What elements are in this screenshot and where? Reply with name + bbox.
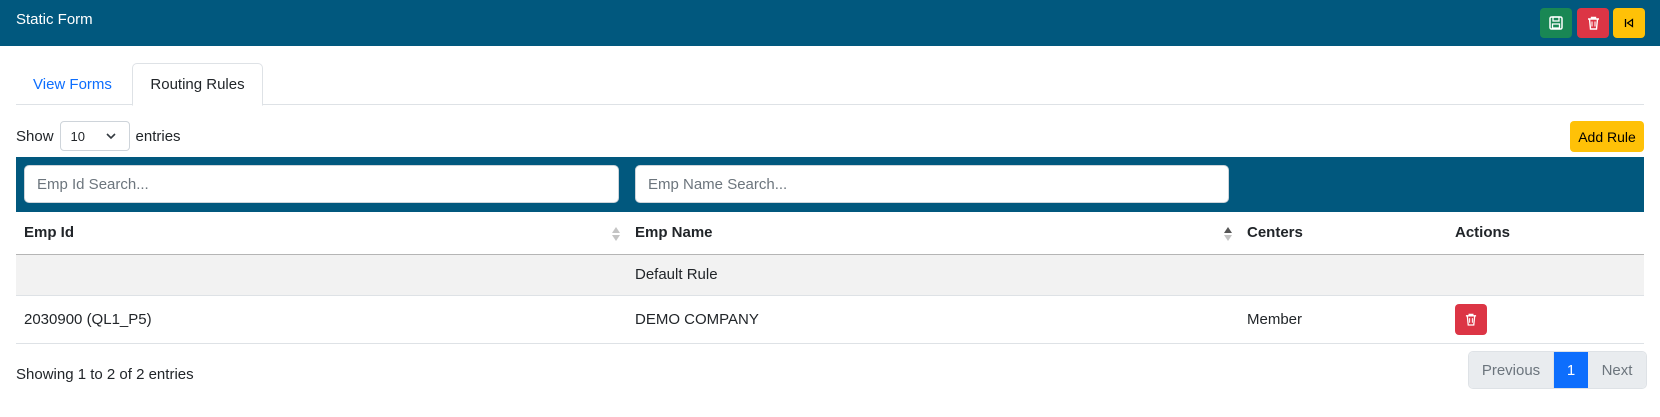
trash-icon	[1465, 313, 1477, 326]
back-button[interactable]	[1613, 8, 1645, 38]
sort-ascending-icon	[1224, 227, 1232, 241]
tab-view-forms[interactable]: View Forms	[16, 63, 129, 105]
sort-icon	[612, 227, 620, 241]
table-row[interactable]: 2030900 (QL1_P5) DEMO COMPANY Member	[16, 295, 1644, 344]
delete-button[interactable]	[1577, 8, 1609, 38]
save-button[interactable]	[1540, 8, 1572, 38]
routing-rules-table: Emp Id Emp Name Centers Actions Default …	[16, 212, 1644, 344]
emp-id-search-input[interactable]: Emp Id Search...	[24, 165, 619, 203]
column-header-label: Actions	[1455, 224, 1511, 242]
trash-icon	[1587, 16, 1599, 30]
emp-name-search-input[interactable]: Emp Name Search...	[635, 165, 1229, 203]
add-rule-button[interactable]: Add Rule	[1570, 121, 1644, 152]
cell-emp-name: DEMO COMPANY	[627, 295, 1239, 344]
cell-centers: Member	[1239, 295, 1447, 344]
search-bar: Emp Id Search... Emp Name Search...	[16, 157, 1644, 212]
tab-routing-rules[interactable]: Routing Rules	[132, 63, 263, 106]
column-header-centers: Centers	[1239, 212, 1447, 255]
page-1-button[interactable]: 1	[1554, 352, 1588, 388]
column-header-label: Emp Name	[635, 224, 713, 242]
column-header-emp-id[interactable]: Emp Id	[16, 212, 627, 255]
cell-emp-name: Default Rule	[627, 254, 1239, 296]
previous-page-button[interactable]: Previous	[1469, 352, 1554, 388]
save-icon	[1549, 16, 1563, 30]
cell-emp-id	[16, 254, 627, 296]
pagination: Previous 1 Next	[1468, 351, 1647, 389]
column-header-label: Emp Id	[24, 224, 75, 242]
skip-back-icon	[1624, 18, 1634, 28]
show-label: Show	[16, 127, 54, 145]
tabs-bar: View Forms Routing Rules	[16, 63, 1644, 106]
entries-length-control: Show 10 entries	[16, 121, 181, 151]
top-bar: Static Form	[0, 0, 1660, 46]
cell-actions	[1447, 254, 1644, 296]
cell-actions	[1447, 295, 1644, 344]
column-header-label: Centers	[1247, 224, 1303, 242]
entries-select[interactable]: 10	[59, 121, 130, 151]
cell-centers	[1239, 254, 1447, 296]
cell-emp-id: 2030900 (QL1_P5)	[16, 295, 627, 344]
next-page-button[interactable]: Next	[1588, 352, 1646, 388]
entries-label: entries	[135, 127, 181, 145]
row-delete-button[interactable]	[1455, 303, 1487, 335]
chevron-down-icon	[105, 133, 116, 140]
table-info: Showing 1 to 2 of 2 entries	[16, 366, 194, 383]
table-header-row: Emp Id Emp Name Centers Actions	[16, 212, 1644, 255]
column-header-emp-name[interactable]: Emp Name	[627, 212, 1239, 255]
entries-select-value: 10	[70, 128, 85, 144]
column-header-actions: Actions	[1447, 212, 1644, 255]
table-row[interactable]: Default Rule	[16, 254, 1644, 296]
page-title: Static Form	[16, 11, 93, 28]
